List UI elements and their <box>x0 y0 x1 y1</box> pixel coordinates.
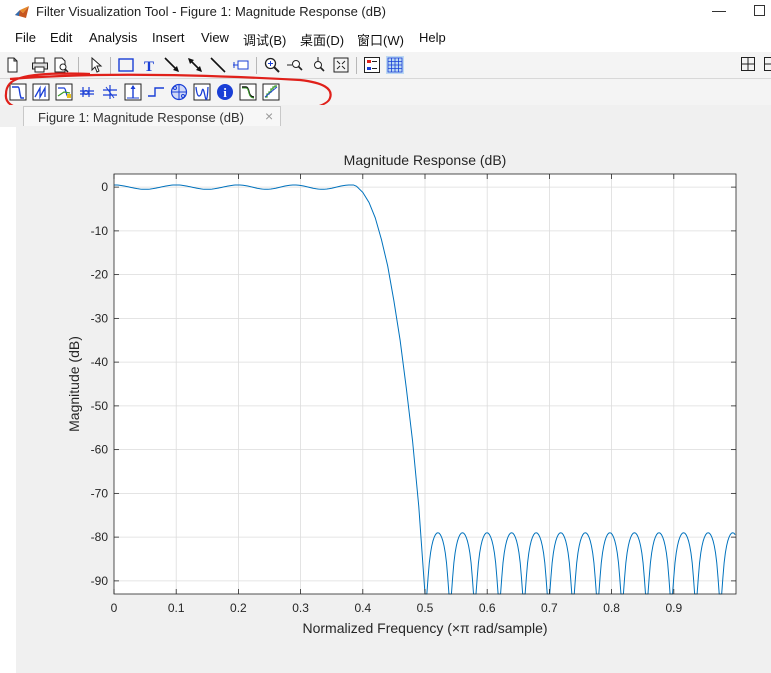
y-tick-labels: 0 -10 -20 -30 -40 -50 -60 -70 -80 -90 <box>91 180 109 588</box>
y-tick-label: 0 <box>101 180 108 194</box>
tab-close-icon[interactable]: × <box>265 108 273 124</box>
x-tick-label: 0.6 <box>479 601 496 615</box>
y-tick-label: -10 <box>91 224 109 238</box>
magnitude-response-chart[interactable]: 0 0.1 0.2 0.3 0.4 0.5 0.6 0.7 0.8 0.9 0 -10 -20 -30 -… <box>16 126 771 673</box>
toolbar-separator <box>110 57 111 74</box>
y-tick-label: -80 <box>91 530 109 544</box>
menu-insert[interactable]: Insert <box>152 30 185 45</box>
menu-view[interactable]: View <box>201 30 229 45</box>
x-tick-label: 0.7 <box>541 601 558 615</box>
phase-response-icon[interactable] <box>32 83 50 101</box>
y-tick-label: -90 <box>91 574 109 588</box>
pointer-icon[interactable] <box>87 56 105 74</box>
impulse-response-icon[interactable] <box>124 83 142 101</box>
x-tick-label: 0.2 <box>230 601 247 615</box>
figure-toolbar: T <box>0 52 771 79</box>
menu-bar: File Edit Analysis Insert View 调试(B) 桌面(… <box>0 28 771 50</box>
x-tick-label: 0.5 <box>417 601 434 615</box>
arrow-icon[interactable] <box>163 56 181 74</box>
rectangle-icon[interactable] <box>117 56 135 74</box>
zoom-x-icon[interactable] <box>286 56 304 74</box>
toolbar-separator <box>356 57 357 74</box>
data-tip-icon[interactable] <box>232 56 250 74</box>
filter-info-icon[interactable]: i <box>216 83 234 101</box>
dock-icon[interactable] <box>763 56 771 72</box>
phase-delay-icon[interactable] <box>101 83 119 101</box>
menu-window[interactable]: 窗口(W) <box>357 30 404 49</box>
figure-area: 0 0.1 0.2 0.3 0.4 0.5 0.6 0.7 0.8 0.9 0 -10 -20 -30 -… <box>16 126 771 673</box>
x-tick-label: 0 <box>111 601 118 615</box>
maximize-icon[interactable] <box>754 5 765 16</box>
print-preview-icon[interactable] <box>52 56 70 74</box>
y-tick-label: -70 <box>91 486 109 500</box>
print-icon[interactable] <box>31 56 49 74</box>
menu-debug[interactable]: 调试(B) <box>243 30 286 49</box>
tile-icon[interactable] <box>740 56 756 72</box>
toolbar-separator <box>256 57 257 74</box>
magnitude-estimate-icon[interactable] <box>239 83 257 101</box>
group-delay-icon[interactable] <box>78 83 96 101</box>
double-arrow-icon[interactable] <box>186 56 204 74</box>
matlab-app-icon <box>15 6 29 18</box>
y-tick-label: -30 <box>91 311 109 325</box>
minimize-button[interactable]: — <box>712 2 726 18</box>
x-tick-label: 0.1 <box>168 601 185 615</box>
menu-help[interactable]: Help <box>419 30 446 45</box>
chart-title: Magnitude Response (dB) <box>344 152 507 168</box>
toolbar-separator <box>78 57 79 74</box>
magnitude-response-icon[interactable] <box>9 83 27 101</box>
window-title: Filter Visualization Tool - Figure 1: Ma… <box>36 4 386 19</box>
legend-icon[interactable] <box>363 56 381 74</box>
y-tick-label: -40 <box>91 355 109 369</box>
grid-icon[interactable] <box>386 56 404 74</box>
menu-desktop[interactable]: 桌面(D) <box>300 30 344 49</box>
x-tick-labels: 0 0.1 0.2 0.3 0.4 0.5 0.6 0.7 0.8 0.9 <box>111 601 683 615</box>
svg-text:T: T <box>144 59 154 74</box>
zoom-y-icon[interactable] <box>309 56 327 74</box>
x-tick-label: 0.9 <box>665 601 682 615</box>
menu-edit[interactable]: Edit <box>50 30 72 45</box>
y-tick-label: -60 <box>91 443 109 457</box>
x-tick-label: 0.8 <box>603 601 620 615</box>
y-axis-label: Magnitude (dB) <box>66 336 82 432</box>
tab-figure-1[interactable]: Figure 1: Magnitude Response (dB) × <box>23 106 281 128</box>
y-tick-label: -50 <box>91 399 109 413</box>
step-response-icon[interactable] <box>147 83 165 101</box>
round-off-noise-icon[interactable] <box>262 83 280 101</box>
svg-text:i: i <box>223 85 227 100</box>
new-icon[interactable] <box>2 56 20 74</box>
x-tick-label: 0.4 <box>354 601 371 615</box>
full-view-icon[interactable] <box>332 56 350 74</box>
menu-analysis[interactable]: Analysis <box>89 30 137 45</box>
coefficients-icon[interactable] <box>193 83 211 101</box>
title-bar: Filter Visualization Tool - Figure 1: Ma… <box>0 0 771 24</box>
menu-file[interactable]: File <box>15 30 36 45</box>
x-tick-label: 0.3 <box>292 601 309 615</box>
tab-label: Figure 1: Magnitude Response (dB) <box>38 110 244 125</box>
analysis-toolbar: i <box>0 79 771 105</box>
zoom-in-icon[interactable] <box>263 56 281 74</box>
y-tick-label: -20 <box>91 268 109 282</box>
pole-zero-icon[interactable] <box>170 83 188 101</box>
magnitude-phase-icon[interactable] <box>55 83 73 101</box>
line-icon[interactable] <box>209 56 227 74</box>
x-axis-label: Normalized Frequency (×π rad/sample) <box>302 620 547 636</box>
text-icon[interactable]: T <box>140 56 158 74</box>
